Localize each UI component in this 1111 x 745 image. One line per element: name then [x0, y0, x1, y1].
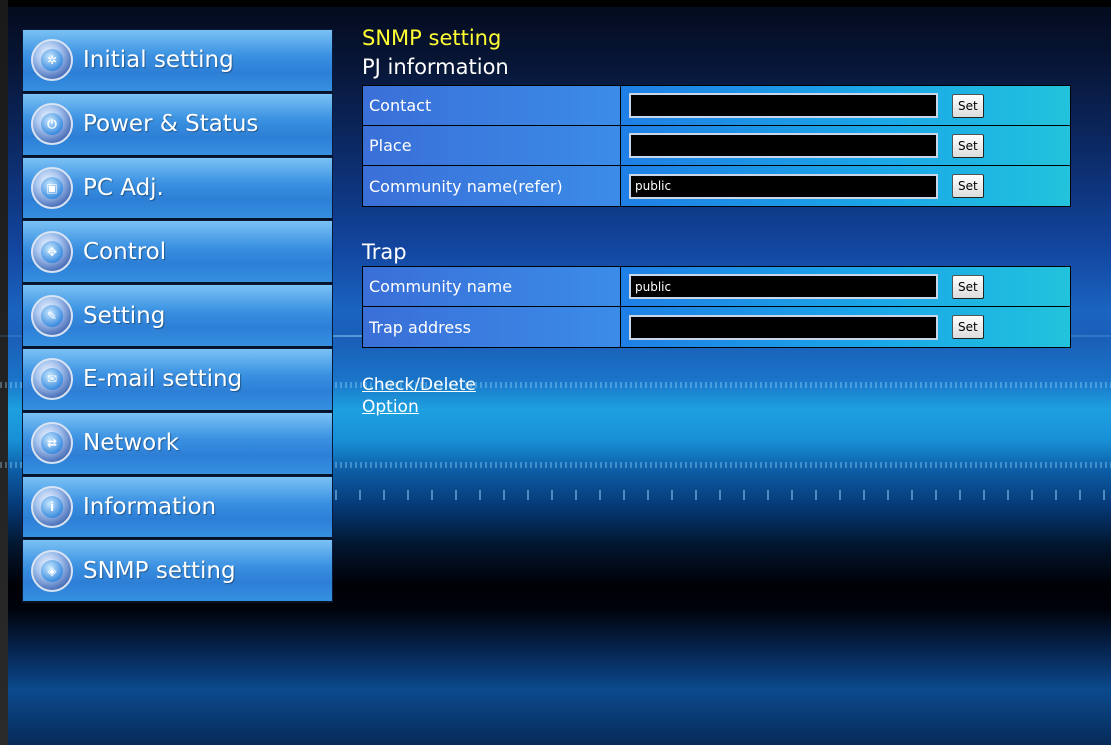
snmp-icon: ◈	[31, 549, 73, 592]
community-name-refer-row: Community name(refer) Set	[363, 166, 1070, 206]
sidebar-item-label: PC Adj.	[83, 174, 164, 201]
option-link[interactable]: Option	[362, 396, 476, 418]
top-frame	[0, 0, 1111, 7]
links-group: Check/Delete Option	[362, 374, 476, 418]
trap-address-value-cell: Set	[621, 307, 1070, 347]
decor-ticks	[335, 490, 1111, 500]
trap-title: Trap	[362, 240, 407, 264]
power-status-icon: ⏻	[31, 103, 73, 146]
sidebar-item-label: Power & Status	[83, 111, 259, 138]
sidebar-item-initial-setting[interactable]: ✲ Initial setting	[22, 29, 333, 93]
info-icon: i	[31, 485, 73, 528]
community-name-refer-input[interactable]	[629, 173, 938, 199]
trap-address-row: Trap address Set	[363, 307, 1070, 347]
sidebar-item-email-setting[interactable]: ✉ E-mail setting	[22, 347, 333, 412]
place-row: Place Set	[363, 126, 1070, 166]
trap-community-name-row: Community name Set	[363, 267, 1070, 307]
settings-icon: ✲	[31, 39, 73, 82]
contact-value-cell: Set	[621, 86, 1070, 125]
sidebar-item-label: Control	[83, 238, 167, 265]
pj-information-table: Contact Set Place Set Community name(ref…	[362, 85, 1071, 207]
trap-community-name-value-cell: Set	[621, 267, 1070, 306]
control-icon: ✥	[31, 230, 73, 273]
trap-table: Community name Set Trap address Set	[362, 266, 1071, 348]
sidebar-item-pc-adj[interactable]: ▣ PC Adj.	[22, 156, 333, 221]
sidebar-item-control[interactable]: ✥ Control	[22, 220, 333, 285]
place-set-button[interactable]: Set	[952, 133, 984, 158]
wrench-icon: ✎	[31, 294, 73, 337]
check-delete-link[interactable]: Check/Delete	[362, 374, 476, 396]
community-name-refer-value-cell: Set	[621, 166, 1070, 206]
sidebar-item-power-status[interactable]: ⏻ Power & Status	[22, 92, 333, 157]
community-name-refer-set-button[interactable]: Set	[952, 174, 984, 198]
page-title: SNMP setting	[362, 26, 502, 50]
trap-community-name-set-button[interactable]: Set	[952, 274, 984, 299]
envelope-icon: ✉	[31, 358, 73, 401]
contact-row: Contact Set	[363, 86, 1070, 126]
trap-community-name-label: Community name	[363, 267, 621, 306]
contact-input[interactable]	[629, 93, 938, 118]
community-name-refer-label: Community name(refer)	[363, 166, 621, 206]
sidebar-item-label: SNMP setting	[83, 557, 236, 584]
sidebar-item-label: Initial setting	[83, 47, 234, 74]
trap-address-set-button[interactable]: Set	[952, 315, 984, 339]
trap-community-name-input[interactable]	[629, 274, 938, 299]
place-input[interactable]	[629, 133, 938, 158]
contact-label: Contact	[363, 86, 621, 125]
place-value-cell: Set	[621, 126, 1070, 165]
sidebar-item-label: Setting	[83, 302, 166, 329]
sidebar-item-label: E-mail setting	[83, 366, 243, 393]
sidebar-item-information[interactable]: i Information	[22, 475, 333, 540]
contact-set-button[interactable]: Set	[952, 93, 984, 118]
network-icon: ⇄	[31, 422, 73, 465]
left-frame	[0, 0, 8, 745]
sidebar-item-snmp-setting[interactable]: ◈ SNMP setting	[22, 539, 333, 604]
place-label: Place	[363, 126, 621, 165]
sidebar-item-setting[interactable]: ✎ Setting	[22, 284, 333, 348]
pc-adjust-icon: ▣	[31, 166, 73, 209]
sidebar-item-network[interactable]: ⇄ Network	[22, 411, 333, 476]
pj-information-title: PJ information	[362, 55, 509, 79]
sidebar-item-label: Information	[83, 493, 217, 520]
sidebar-menu: ✲ Initial setting ⏻ Power & Status ▣ PC …	[22, 29, 333, 604]
trap-address-input[interactable]	[629, 314, 938, 340]
trap-address-label: Trap address	[363, 307, 621, 347]
sidebar-item-label: Network	[83, 430, 180, 457]
